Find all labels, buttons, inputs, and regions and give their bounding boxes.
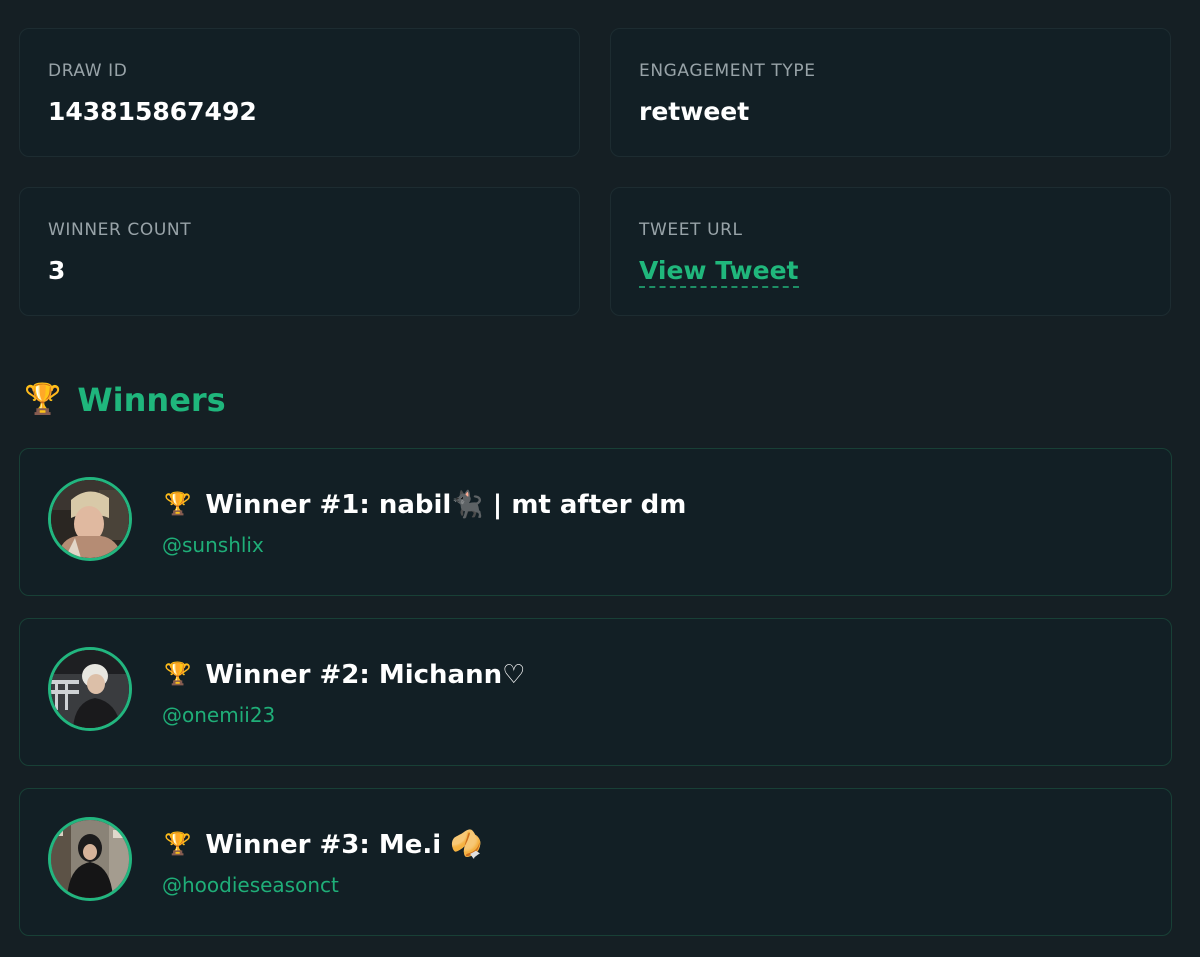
winner-card: 🏆 Winner #3: Me.i 🥠 @hoodieseasonct — [19, 788, 1172, 936]
winner-card: 🏆 Winner #2: Michann♡ @onemii23 — [19, 618, 1172, 766]
winner-name: Winner #2: Michann♡ — [205, 660, 526, 690]
trophy-icon: 🏆 — [164, 492, 192, 517]
draw-id-value: 143815867492 — [48, 97, 257, 126]
tweet-url-value: View Tweet — [639, 256, 799, 288]
engagement-type-label: ENGAGEMENT TYPE — [639, 61, 816, 81]
avatar[interactable] — [48, 647, 132, 731]
winner-title-row: 🏆 Winner #1: nabil🐈‍⬛ | mt after dm — [164, 487, 686, 523]
avatar-photo-icon — [51, 820, 129, 898]
winner-name: Winner #1: nabil🐈‍⬛ | mt after dm — [205, 490, 687, 520]
winner-title-row: 🏆 Winner #3: Me.i 🥠 — [164, 827, 483, 863]
tweet-url-label: TWEET URL — [639, 220, 743, 240]
trophy-icon: 🏆 — [24, 382, 62, 417]
avatar-photo-icon — [51, 480, 129, 558]
avatar[interactable] — [48, 817, 132, 901]
winner-handle[interactable]: @onemii23 — [162, 703, 275, 727]
avatar[interactable] — [48, 477, 132, 561]
trophy-icon: 🏆 — [164, 662, 192, 687]
winners-title: Winners — [77, 381, 226, 419]
draw-id-label: DRAW ID — [48, 61, 128, 81]
draw-id-card: DRAW ID 143815867492 — [19, 28, 580, 157]
winner-count-card: WINNER COUNT 3 — [19, 187, 580, 316]
winners-heading: 🏆 Winners — [24, 378, 226, 422]
winner-card: 🏆 Winner #1: nabil🐈‍⬛ | mt after dm @sun… — [19, 448, 1172, 596]
view-tweet-link[interactable]: View Tweet — [639, 256, 799, 288]
winner-handle[interactable]: @hoodieseasonct — [162, 873, 339, 897]
avatar-photo-icon — [51, 650, 129, 728]
engagement-type-card: ENGAGEMENT TYPE retweet — [610, 28, 1171, 157]
winner-title-row: 🏆 Winner #2: Michann♡ — [164, 657, 525, 693]
engagement-type-value: retweet — [639, 97, 750, 126]
winner-count-label: WINNER COUNT — [48, 220, 192, 240]
trophy-icon: 🏆 — [164, 832, 192, 857]
winner-handle[interactable]: @sunshlix — [162, 533, 264, 557]
tweet-url-card: TWEET URL View Tweet — [610, 187, 1171, 316]
winner-count-value: 3 — [48, 256, 66, 285]
draw-results-page: DRAW ID 143815867492 ENGAGEMENT TYPE ret… — [0, 0, 1200, 957]
winner-name: Winner #3: Me.i 🥠 — [205, 830, 483, 860]
